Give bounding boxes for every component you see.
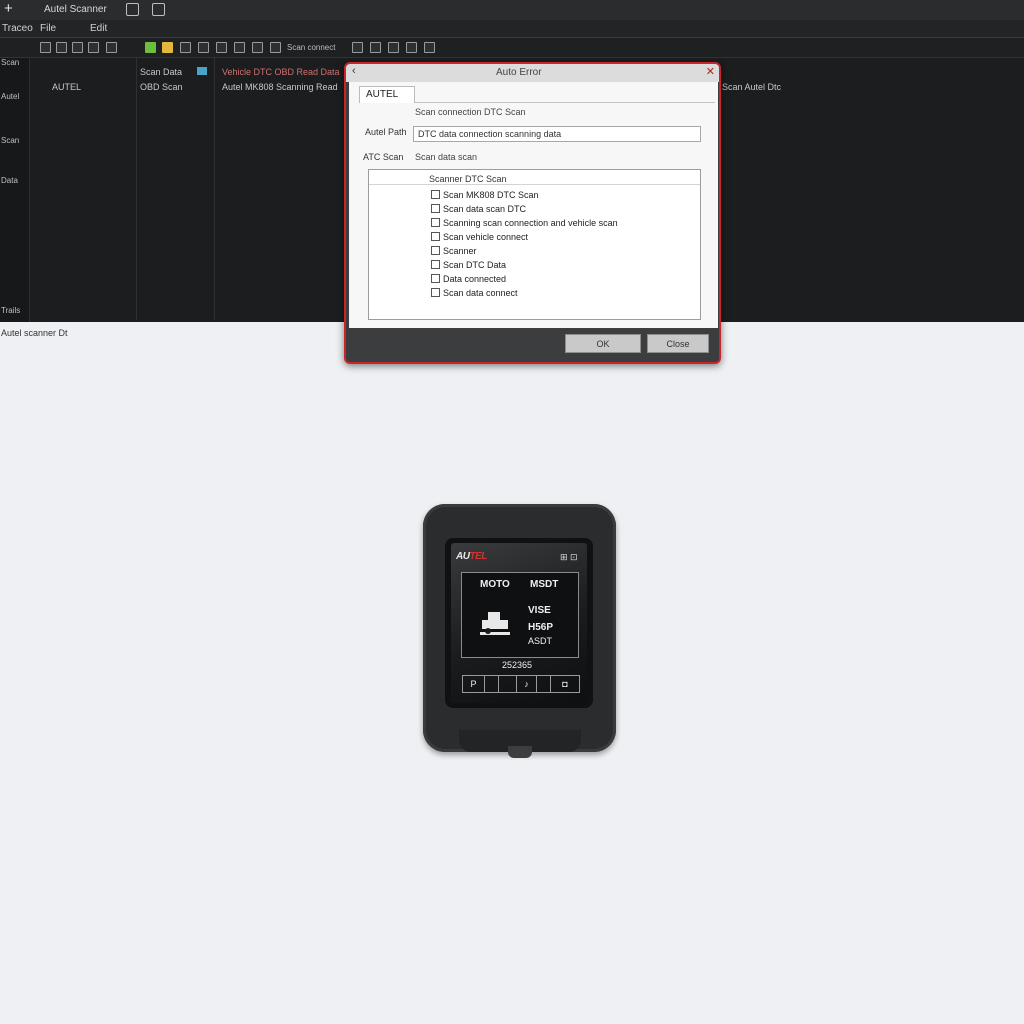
tool-cut-icon[interactable] — [106, 42, 117, 53]
menu-item-2[interactable]: Edit — [90, 23, 107, 34]
tool-zoom-icon[interactable] — [270, 42, 281, 53]
function-key-2[interactable] — [485, 676, 499, 692]
tool-user-icon[interactable] — [234, 42, 245, 53]
checkbox-icon[interactable] — [431, 246, 440, 256]
function-key-6[interactable]: ◘ — [551, 676, 579, 692]
function-key-4[interactable]: ♪ — [517, 676, 537, 692]
function-key-1[interactable]: P — [463, 676, 485, 692]
rail-item-1[interactable]: Autel — [1, 92, 19, 101]
tab-divider — [415, 102, 715, 103]
option-checkbox[interactable]: Scan data connect — [431, 284, 518, 298]
path-label: Autel Path — [365, 127, 407, 137]
dialog: ‹ Auto Error ✕ AUTEL Scan connection DTC… — [344, 62, 721, 364]
tool-settings-icon[interactable] — [216, 42, 227, 53]
data-icon — [197, 67, 207, 75]
dialog-footer: OK Close — [349, 328, 718, 361]
tool-export-icon[interactable] — [406, 42, 417, 53]
tool-chart-icon[interactable] — [198, 42, 209, 53]
tool-list-icon[interactable] — [370, 42, 381, 53]
menu-bar: Traceo File Edit — [0, 20, 1024, 38]
grid-cell[interactable]: Scan Data — [140, 67, 182, 77]
checkbox-icon[interactable] — [431, 232, 440, 242]
option-checkbox[interactable]: Scan data scan DTC — [431, 200, 526, 214]
restore-icon[interactable] — [152, 3, 165, 16]
rail-item-2[interactable]: Scan — [1, 136, 19, 145]
grid-cell[interactable]: Autel MK808 Scanning Read — [222, 82, 338, 92]
option-checkbox[interactable]: Scan vehicle connect — [431, 228, 528, 242]
screen-status-icons: ⊞ ⊡ — [560, 552, 578, 562]
scan-label: ATC Scan — [363, 152, 404, 162]
close-button[interactable]: Close — [647, 334, 709, 353]
checkbox-icon[interactable] — [431, 218, 440, 228]
menu-item-1[interactable]: File — [40, 23, 56, 34]
grid-cell[interactable]: AUTEL — [52, 82, 81, 92]
close-icon[interactable]: ✕ — [706, 65, 715, 78]
checkbox-icon[interactable] — [431, 260, 440, 270]
new-tab-button[interactable]: + — [4, 0, 13, 17]
tab-autel[interactable]: AUTEL — [359, 86, 415, 103]
tool-print-icon[interactable] — [252, 42, 263, 53]
dialog-row-value: Scan connection DTC Scan — [415, 107, 526, 117]
path-input[interactable] — [413, 126, 701, 142]
grid-cell[interactable]: OBD Scan — [140, 82, 183, 92]
ok-button[interactable]: OK — [565, 334, 641, 353]
tool-paste-icon[interactable] — [88, 42, 99, 53]
device-button[interactable] — [508, 746, 532, 758]
scan-value: Scan data scan — [415, 152, 478, 162]
back-icon[interactable]: ‹ — [352, 65, 356, 77]
rail-item-0[interactable]: Scan — [1, 58, 19, 67]
grid-cell[interactable]: Vehicle DTC OBD Read Data — [222, 67, 340, 77]
grid-cell[interactable]: Scan Autel Dtc — [722, 82, 781, 92]
list-divider — [369, 184, 700, 185]
vehicle-icon — [480, 612, 510, 635]
screen-value-c: ASDT — [528, 636, 553, 646]
checkbox-icon[interactable] — [431, 288, 440, 298]
dialog-title: Auto Error — [496, 67, 542, 78]
tool-help-icon[interactable] — [424, 42, 435, 53]
option-checkbox[interactable]: Data connected — [431, 270, 506, 284]
app-title: Autel Scanner — [44, 4, 107, 15]
column-divider — [136, 58, 137, 320]
screen-label-right: MSDT — [530, 579, 559, 590]
status-text: Autel scanner Dt — [1, 328, 68, 338]
tool-open-icon[interactable] — [40, 42, 51, 53]
dialog-titlebar: ‹ Auto Error ✕ — [346, 64, 719, 82]
option-checkbox[interactable]: Scanner — [431, 242, 477, 256]
tool-run-icon[interactable] — [145, 42, 156, 53]
function-key-5[interactable] — [537, 676, 551, 692]
tool-folder-icon[interactable] — [162, 42, 173, 53]
option-checkbox[interactable]: Scanning scan connection and vehicle sca… — [431, 214, 618, 228]
menu-item-0[interactable]: Traceo — [2, 23, 33, 34]
column-divider — [214, 58, 215, 320]
list-header: Scanner DTC Scan — [429, 174, 507, 184]
checkbox-icon[interactable] — [431, 204, 440, 214]
device-logo: AUTEL — [456, 551, 487, 562]
option-checkbox[interactable]: Scan DTC Data — [431, 256, 506, 270]
checkbox-icon[interactable] — [431, 274, 440, 284]
screen-label-left: MOTO — [480, 579, 510, 590]
tool-save-icon[interactable] — [56, 42, 67, 53]
tool-filter-icon[interactable] — [352, 42, 363, 53]
rail-item-4[interactable]: Trails — [1, 306, 20, 315]
function-key-3[interactable] — [499, 676, 517, 692]
tool-grid-icon[interactable] — [180, 42, 191, 53]
rail-item-3[interactable]: Data — [1, 176, 18, 185]
screen-value-b: H56P — [528, 622, 554, 633]
screen-function-bar: P ♪ ◘ — [462, 675, 580, 693]
checkbox-icon[interactable] — [431, 190, 440, 200]
title-bar: + Autel Scanner — [0, 0, 1024, 20]
screen-value-a: VISE — [528, 605, 551, 616]
toolbar-label: Scan connect — [287, 43, 336, 52]
left-rail: Scan Autel Scan Data Trails — [0, 58, 30, 322]
window-icon[interactable] — [126, 3, 139, 16]
dialog-body: AUTEL Scan connection DTC Scan Autel Pat… — [349, 82, 718, 328]
option-checkbox[interactable]: Scan MK808 DTC Scan — [431, 186, 539, 200]
tool-table-icon[interactable] — [388, 42, 399, 53]
options-list: Scanner DTC Scan Scan MK808 DTC Scan Sca… — [368, 169, 701, 320]
screen-code: 252365 — [502, 660, 533, 670]
tool-copy-icon[interactable] — [72, 42, 83, 53]
toolbar: Scan connect — [0, 38, 1024, 58]
